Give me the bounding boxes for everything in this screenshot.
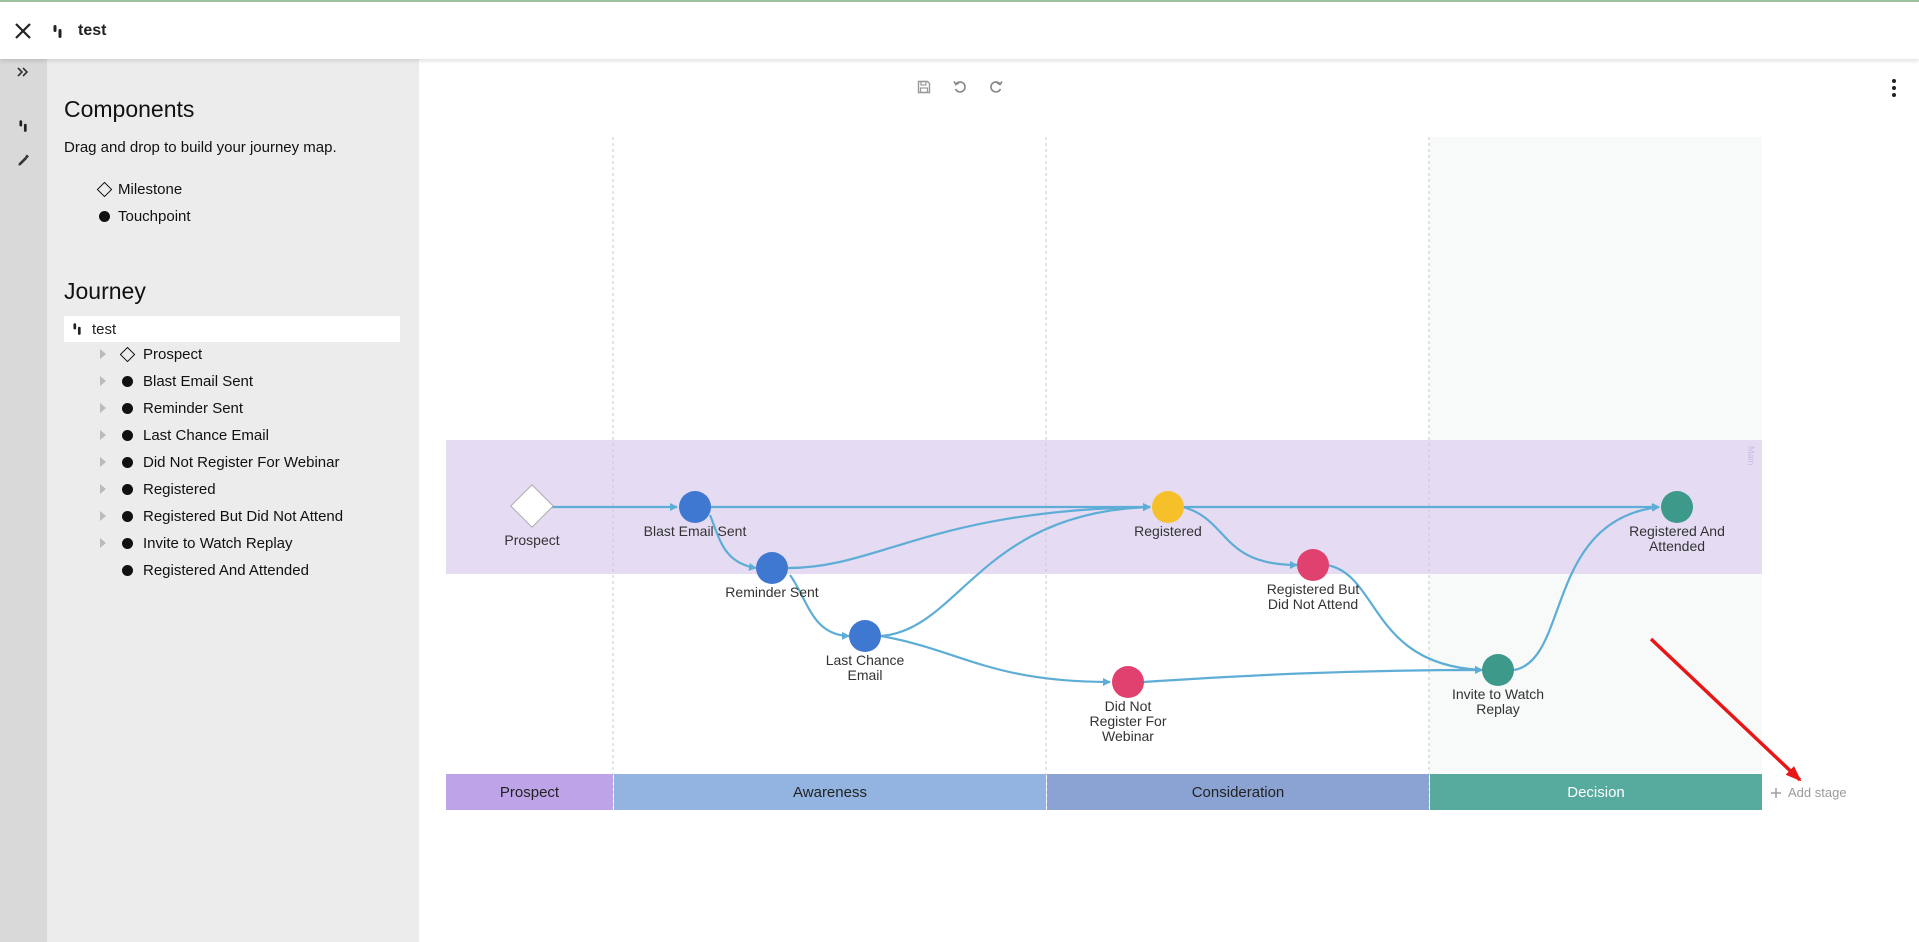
node-label-registered-but-did-not-attend: Registered But Did Not Attend <box>1238 582 1388 612</box>
touchpoint-node-registered-and-attended[interactable] <box>1661 491 1693 523</box>
touchpoint-node-blast-email-sent[interactable] <box>679 491 711 523</box>
label-line: Email <box>847 667 883 683</box>
stage-decision[interactable]: Decision <box>1430 774 1762 810</box>
label-line: Last Chance <box>825 652 905 668</box>
node-label-prospect: Prospect <box>504 532 560 548</box>
node-label-last-chance-email: Last Chance Email <box>795 653 935 683</box>
touchpoint-node-did-not-register[interactable] <box>1112 666 1144 698</box>
stage-awareness[interactable]: Awareness <box>614 774 1046 810</box>
plus-icon <box>1771 787 1781 798</box>
node-label-blast-email-sent: Blast Email Sent <box>643 523 747 539</box>
label-line: Webinar <box>1102 728 1154 744</box>
touchpoint-node-invite-to-watch-replay[interactable] <box>1482 654 1514 686</box>
touchpoint-node-registered[interactable] <box>1152 491 1184 523</box>
stage-consideration[interactable]: Consideration <box>1047 774 1429 810</box>
label-line: Register For <box>1089 713 1167 729</box>
label-line: Attended <box>1648 538 1706 554</box>
label-line: Replay <box>1476 701 1520 717</box>
node-label-reminder-sent: Reminder Sent <box>725 584 819 600</box>
label-line: Registered But <box>1266 581 1360 597</box>
label-line: Registered And <box>1629 523 1725 539</box>
touchpoint-node-registered-but-did-not-attend[interactable] <box>1297 549 1329 581</box>
label-line: Did Not Attend <box>1267 596 1359 612</box>
node-label-registered-and-attended: Registered And Attended <box>1602 524 1752 554</box>
swimlane-label: Main <box>1746 446 1756 466</box>
stage-prospect[interactable]: Prospect <box>446 774 613 810</box>
touchpoint-node-last-chance-email[interactable] <box>849 620 881 652</box>
add-stage-label: Add stage <box>1788 785 1847 800</box>
node-label-registered: Registered <box>1134 523 1202 539</box>
app-header: test <box>0 2 1919 59</box>
add-stage-button[interactable]: Add stage <box>1770 785 1847 800</box>
node-label-invite-to-watch-replay: Invite to Watch Replay <box>1423 687 1573 717</box>
label-line: Invite to Watch <box>1451 686 1545 702</box>
journey-icon <box>53 25 62 38</box>
node-label-did-not-register: Did Not Register For Webinar <box>1058 699 1198 744</box>
label-line: Did Not <box>1104 698 1152 714</box>
journey-title: test <box>78 22 107 39</box>
close-icon[interactable] <box>13 21 33 41</box>
touchpoint-node-reminder-sent[interactable] <box>756 552 788 584</box>
